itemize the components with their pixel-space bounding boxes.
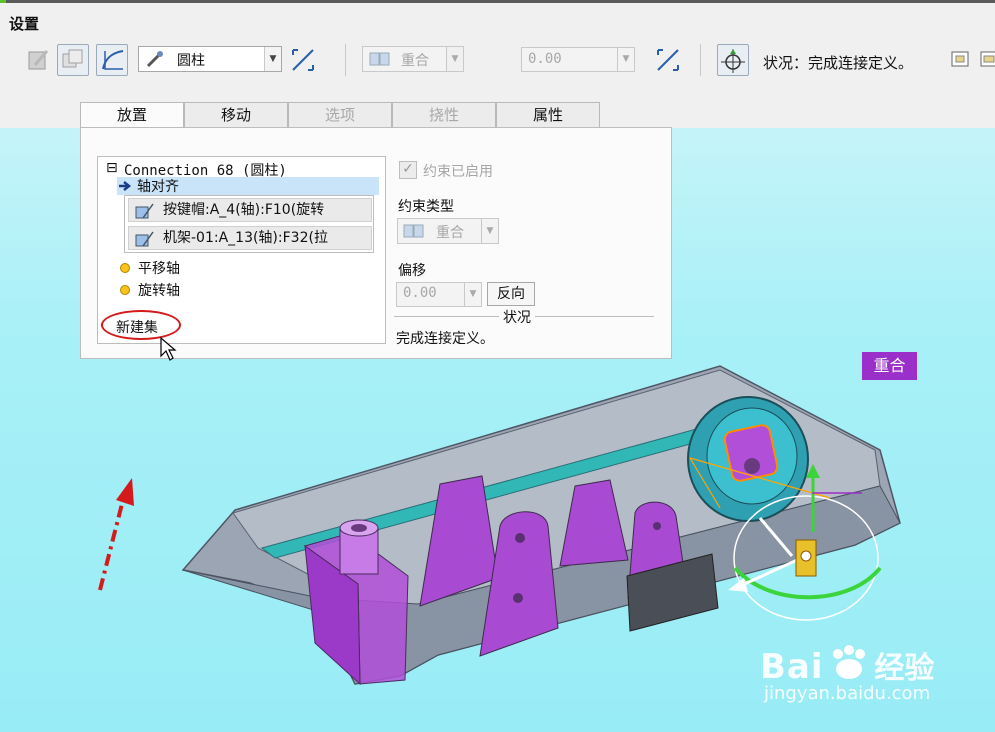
toolbar-divider (700, 44, 701, 76)
paw-logo-icon (832, 645, 865, 679)
constraint-type-value: 重合 (401, 53, 429, 69)
offset-label: 偏移 (398, 263, 426, 279)
chevron-down-icon[interactable]: ▼ (617, 48, 634, 71)
coincident-icon (369, 52, 390, 66)
mouse-cursor-icon (160, 336, 177, 361)
constraint-enabled-label: 约束已启用 (423, 164, 493, 180)
arrow-right-icon (119, 181, 132, 191)
flip-button[interactable]: 反向 (487, 282, 535, 306)
window-restore-icon[interactable] (948, 46, 974, 74)
copy-body-icon[interactable] (57, 44, 89, 76)
offset-value: 0.00 (528, 51, 562, 67)
tab-placement[interactable]: 放置 (80, 102, 184, 128)
annotation-arrow (98, 495, 126, 591)
status-message: 状况：完成连接定义。 (763, 54, 914, 72)
chevron-down-icon[interactable]: ▼ (464, 283, 481, 306)
offset-field[interactable]: 0.00 ▼ (396, 282, 482, 307)
dynamic-drag-icon[interactable] (717, 44, 749, 76)
connection-tree: ⊟ Connection_68 (圆柱) 轴对齐 按键帽:A_4(轴):F10(… (97, 156, 386, 344)
tab-options[interactable]: 选项 (288, 102, 392, 128)
joint-type-value: 圆柱 (177, 53, 205, 69)
joint-type-select[interactable]: 圆柱 ▼ (138, 46, 282, 72)
tab-properties[interactable]: 属性 (496, 102, 600, 128)
reference-row-1[interactable]: 按键帽:A_4(轴):F10(旋转 (128, 198, 372, 222)
status-dot-icon (120, 263, 130, 273)
status-dot-icon (120, 285, 130, 295)
edit-definition-icon[interactable] (22, 44, 54, 76)
offset-input[interactable]: 0.00 ▼ (521, 47, 635, 72)
tab-flexibility[interactable]: 挠性 (392, 102, 496, 128)
coincident-tag: 重合 (862, 352, 917, 380)
chevron-down-icon[interactable]: ▼ (446, 47, 463, 71)
constraint-type-select[interactable]: 重合 ▼ (362, 46, 464, 72)
selected-row[interactable]: 轴对齐 (117, 177, 379, 195)
window-preview-icon[interactable] (977, 46, 995, 74)
window-top-line (0, 0, 995, 3)
chevron-down-icon[interactable]: ▼ (481, 219, 498, 243)
constraint-type-dropdown[interactable]: 重合 ▼ (397, 218, 499, 244)
part-axis-icon (135, 203, 154, 219)
rotation-axis-item[interactable]: 旋转轴 (138, 280, 180, 300)
reference-row-2[interactable]: 机架-01:A_13(轴):F32(拉 (128, 226, 372, 250)
flip-direction-icon[interactable] (287, 44, 319, 76)
page-title: 设置 (9, 15, 40, 33)
cam-wheel-part (687, 396, 809, 522)
baidu-watermark: Bai 经验 jingyan.baidu.com (760, 640, 934, 704)
constraint-enabled-checkbox[interactable]: ✓ (399, 161, 417, 179)
axis-alignment-label: 轴对齐 (137, 179, 179, 195)
flip-offset-icon[interactable] (652, 44, 684, 76)
reference-list: 按键帽:A_4(轴):F10(旋转 机架-01:A_13(轴):F32(拉 (124, 195, 374, 253)
constraint-type-label: 约束类型 (398, 199, 454, 215)
motion-curve-icon[interactable] (96, 44, 128, 76)
coincident-icon (403, 224, 424, 238)
toolbar-divider (345, 44, 346, 76)
tab-move[interactable]: 移动 (184, 102, 288, 128)
cylinder-joint-icon (146, 51, 163, 68)
placement-panel: ⊟ Connection_68 (圆柱) 轴对齐 按键帽:A_4(轴):F10(… (80, 127, 672, 361)
chevron-down-icon[interactable]: ▼ (264, 47, 281, 71)
status-text: 完成连接定义。 (396, 331, 494, 347)
part-axis-icon (135, 231, 154, 247)
translation-axis-item[interactable]: 平移轴 (138, 258, 180, 278)
status-group-title: 状况 (499, 307, 535, 327)
collapse-icon[interactable]: ⊟ (106, 160, 118, 176)
